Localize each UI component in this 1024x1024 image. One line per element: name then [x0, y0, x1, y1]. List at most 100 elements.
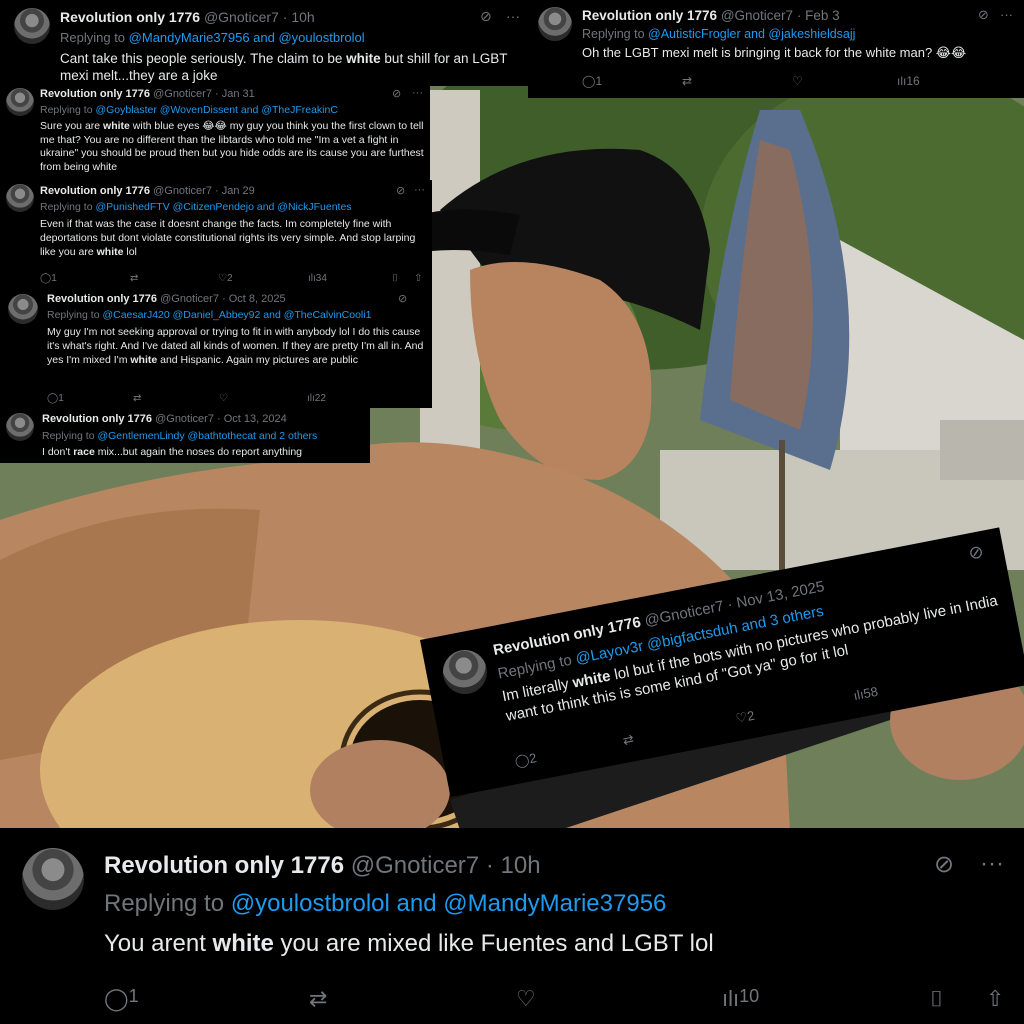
tweet-card-3[interactable]: Revolution only 1776 @Gnoticer7 · Jan 31… — [0, 84, 430, 180]
avatar[interactable] — [439, 646, 491, 698]
share-icon[interactable]: ⇧ — [414, 273, 422, 284]
tweet-card-4[interactable]: Revolution only 1776 @Gnoticer7 · Jan 29… — [0, 180, 432, 288]
reply-button[interactable]: ◯ 1 — [47, 393, 64, 404]
avatar[interactable] — [538, 7, 572, 41]
tweet-text: You arent white you are mixed like Fuent… — [104, 930, 714, 957]
avatar[interactable] — [14, 8, 50, 44]
retweet-button[interactable]: ⇄ — [130, 273, 138, 284]
tweet-text: Sure you are white with blue eyes 😂😂 my … — [40, 120, 424, 173]
timestamp[interactable]: Feb 3 — [805, 8, 840, 23]
timestamp[interactable]: Oct 13, 2024 — [224, 413, 287, 425]
avatar[interactable] — [8, 294, 38, 324]
tweet-header: Revolution only 1776 @Gnoticer7 · Oct 8,… — [47, 293, 286, 305]
display-name[interactable]: Revolution only 1776 — [40, 185, 150, 197]
grok-icon[interactable]: ⊘ — [934, 850, 954, 879]
views-button[interactable]: ılı 22 — [307, 393, 326, 404]
replying-to: Replying to @youlostbrolol and @MandyMar… — [104, 890, 667, 917]
timestamp[interactable]: Jan 31 — [222, 88, 255, 100]
replying-to: Replying to @GentlemenLindy @bathtotheca… — [42, 430, 318, 442]
timestamp[interactable]: 10h — [501, 852, 541, 879]
display-name[interactable]: Revolution only 1776 — [104, 852, 344, 879]
tweet-card-2[interactable]: Revolution only 1776 @Gnoticer7 · Feb 3 … — [528, 0, 1024, 98]
display-name[interactable]: Revolution only 1776 — [42, 413, 152, 425]
views-button[interactable]: ılı 58 — [852, 684, 879, 703]
username[interactable]: @Gnoticer7 — [153, 185, 212, 197]
tweet-header: Revolution only 1776 @Gnoticer7 · Jan 31 — [40, 88, 255, 100]
reply-mentions[interactable]: @GentlemenLindy @bathtothecat and 2 othe… — [97, 430, 317, 442]
username[interactable]: @Gnoticer7 — [204, 9, 279, 25]
tweet-text: Oh the LGBT mexi melt is bringing it bac… — [582, 45, 967, 60]
like-button[interactable]: ♡ 2 — [218, 273, 233, 284]
reply-button[interactable]: ◯ 1 — [582, 74, 602, 88]
tweet-card-6[interactable]: Revolution only 1776 @Gnoticer7 · Oct 13… — [0, 408, 370, 463]
like-button[interactable]: ♡ — [219, 393, 228, 404]
reply-button[interactable]: ◯ 1 — [104, 986, 139, 1012]
views-button[interactable]: ılı 34 — [308, 273, 327, 284]
username[interactable]: @Gnoticer7 — [153, 88, 212, 100]
grok-icon[interactable]: ⊘ — [480, 8, 492, 25]
tweet-card-8[interactable]: Revolution only 1776 @Gnoticer7 · 10h ⊘ … — [0, 828, 1024, 1024]
reply-button[interactable]: ◯ 1 — [40, 273, 57, 284]
username[interactable]: @Gnoticer7 — [155, 413, 214, 425]
tweet-card-5[interactable]: Revolution only 1776 @Gnoticer7 · Oct 8,… — [0, 288, 432, 408]
grok-icon[interactable]: ⊘ — [396, 184, 405, 197]
reply-mentions[interactable]: @Goyblaster @WovenDissent and @TheJFreak… — [95, 104, 337, 116]
tweet-text: I don't race mix...but again the noses d… — [42, 446, 303, 458]
grok-icon[interactable]: ⊘ — [392, 87, 401, 100]
username[interactable]: @Gnoticer7 — [160, 293, 219, 305]
avatar[interactable] — [22, 848, 84, 910]
reply-mentions[interactable]: @PunishedFTV @CitizenPendejo and @NickJF… — [95, 201, 351, 213]
reply-mentions[interactable]: @youlostbrolol and @MandyMarie37956 — [231, 890, 667, 917]
replying-to: Replying to @PunishedFTV @CitizenPendejo… — [40, 201, 352, 213]
tweet-header: Revolution only 1776 @Gnoticer7 · Feb 3 — [582, 8, 840, 23]
like-button[interactable]: ♡ — [516, 986, 536, 1012]
retweet-button[interactable]: ⇄ — [309, 986, 327, 1012]
retweet-button[interactable]: ⇄ — [621, 731, 635, 749]
tweet-text: My guy I'm not seeking approval or tryin… — [47, 326, 424, 366]
like-button[interactable]: ♡ — [792, 74, 803, 88]
like-button[interactable]: ♡ 2 — [734, 708, 755, 727]
bookmark-icon[interactable]: ⌷ — [930, 986, 943, 1012]
reply-button[interactable]: ◯ 2 — [514, 750, 538, 769]
display-name[interactable]: Revolution only 1776 — [47, 293, 157, 305]
avatar[interactable] — [6, 184, 34, 212]
tweet-header: Revolution only 1776 @Gnoticer7 · 10h — [104, 852, 541, 879]
tweet-header: Revolution only 1776 @Gnoticer7 · Jan 29 — [40, 185, 255, 197]
tweet-text: Even if that was the case it doesnt chan… — [40, 218, 416, 258]
more-icon[interactable]: ··· — [980, 850, 1004, 878]
username[interactable]: @Gnoticer7 — [721, 8, 793, 23]
more-icon[interactable]: ··· — [1000, 7, 1013, 22]
share-icon[interactable]: ⇧ — [986, 986, 1004, 1012]
timestamp[interactable]: Jan 29 — [222, 185, 255, 197]
replying-to: Replying to @AutisticFrogler and @jakesh… — [582, 27, 856, 41]
bookmark-icon[interactable]: ⌷ — [392, 273, 398, 284]
tweet-card-1[interactable]: Revolution only 1776 @Gnoticer7 · 10h ⊘ … — [0, 0, 528, 86]
grok-icon[interactable]: ⊘ — [978, 7, 989, 23]
reply-mentions[interactable]: @CaesarJ420 @Daniel_Abbey92 and @TheCalv… — [102, 309, 371, 321]
tweet-header: Revolution only 1776 @Gnoticer7 · Oct 13… — [42, 413, 287, 425]
username[interactable]: @Gnoticer7 — [351, 852, 479, 879]
retweet-button[interactable]: ⇄ — [133, 393, 141, 404]
views-button[interactable]: ılı 16 — [897, 74, 920, 88]
grok-icon[interactable]: ⊘ — [398, 292, 407, 305]
timestamp[interactable]: 10h — [291, 9, 314, 25]
display-name[interactable]: Revolution only 1776 — [40, 88, 150, 100]
grok-icon[interactable]: ⊘ — [967, 541, 986, 564]
reply-mentions[interactable]: @AutisticFrogler and @jakeshieldsajj — [648, 27, 855, 41]
tweet-text: Cant take this people seriously. The cla… — [60, 51, 508, 83]
more-icon[interactable]: ··· — [412, 87, 423, 99]
avatar[interactable] — [6, 88, 34, 116]
retweet-button[interactable]: ⇄ — [682, 74, 692, 88]
replying-to: Replying to @CaesarJ420 @Daniel_Abbey92 … — [47, 309, 372, 321]
reply-mentions[interactable]: @MandyMarie37956 and @youlostbrolol — [129, 30, 365, 45]
replying-to: Replying to @Goyblaster @WovenDissent an… — [40, 104, 338, 116]
more-icon[interactable]: ··· — [414, 184, 425, 196]
tweet-header: Revolution only 1776 @Gnoticer7 · 10h — [60, 9, 315, 25]
more-icon[interactable]: ··· — [506, 8, 520, 24]
replying-to: Replying to @MandyMarie37956 and @youlos… — [60, 30, 365, 45]
display-name[interactable]: Revolution only 1776 — [582, 8, 717, 23]
timestamp[interactable]: Oct 8, 2025 — [229, 293, 286, 305]
views-button[interactable]: ılı 10 — [722, 986, 759, 1012]
display-name[interactable]: Revolution only 1776 — [60, 9, 200, 25]
avatar[interactable] — [6, 413, 34, 441]
